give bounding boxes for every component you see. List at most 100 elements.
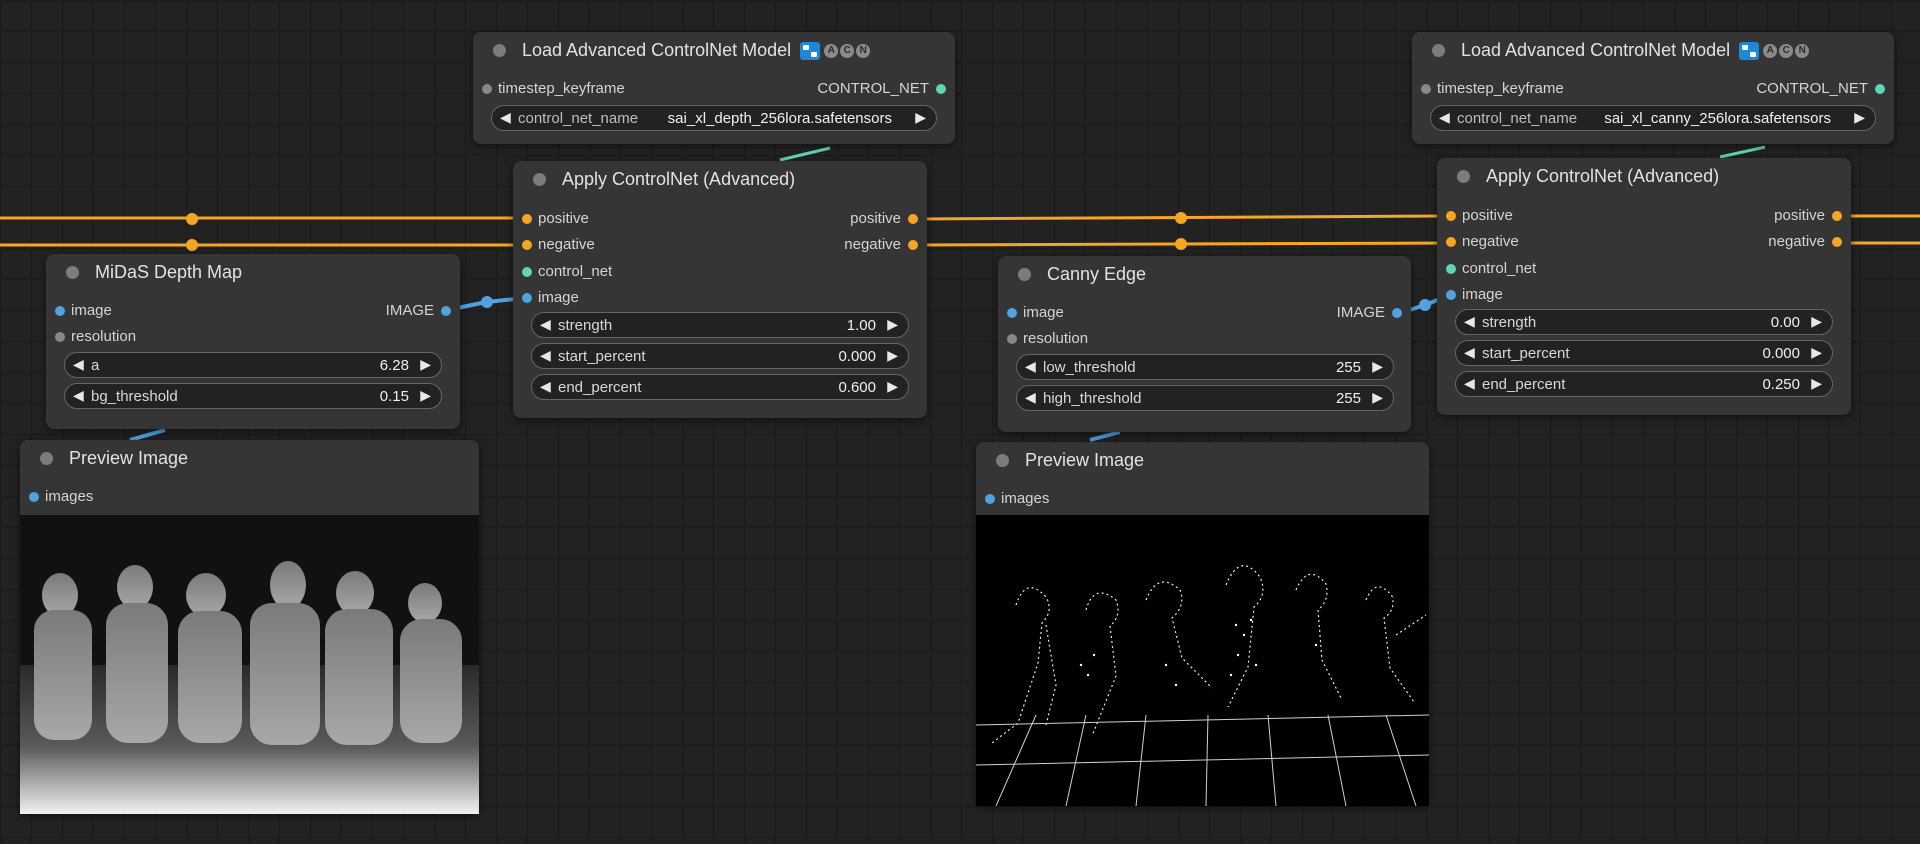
input-slot-dot[interactable] (1421, 84, 1431, 94)
input-control-net: control_net (1462, 260, 1537, 277)
canny-edge-node[interactable]: Canny Edge image resolution IMAGE ◀ low_… (998, 256, 1411, 432)
arrow-left-icon[interactable]: ◀ (73, 356, 84, 373)
node-title: Canny Edge (1047, 264, 1147, 284)
end-percent-slider[interactable]: ◀ end_percent 0.250 ▶ (1455, 371, 1833, 397)
widget-value: sai_xl_depth_256lora.safetensors (665, 110, 892, 127)
image-badge-icon (800, 41, 821, 60)
preview-image-node-1[interactable]: Preview Image images (20, 440, 479, 814)
arrow-right-icon[interactable]: ▶ (1811, 313, 1822, 330)
control-net-name-combo[interactable]: ◀ control_net_name sai_xl_depth_256lora.… (491, 105, 937, 131)
node-title: Apply ControlNet (Advanced) (1486, 166, 1720, 186)
depth-map-figures (20, 515, 479, 814)
input-slot-dot[interactable] (29, 492, 39, 502)
output-control-net: CONTROL_NET (1756, 80, 1868, 97)
arrow-right-icon[interactable]: ▶ (1372, 358, 1383, 375)
wire-reroute-dot (481, 296, 493, 308)
arrow-left-icon[interactable]: ◀ (540, 378, 551, 395)
wire-reroute-dot (1175, 212, 1187, 224)
node-collapse-dot[interactable] (66, 266, 79, 279)
input-slot-dot[interactable] (55, 332, 65, 342)
widget-value: 6.28 (379, 357, 409, 374)
arrow-left-icon[interactable]: ◀ (1025, 358, 1036, 375)
arrow-left-icon[interactable]: ◀ (73, 387, 84, 404)
node-collapse-dot[interactable] (1457, 170, 1470, 183)
output-slot-dot[interactable] (908, 240, 918, 250)
high-threshold-slider[interactable]: ◀ high_threshold 255 ▶ (1016, 385, 1394, 411)
input-slot-dot[interactable] (1446, 237, 1456, 247)
strength-slider[interactable]: ◀ strength 1.00 ▶ (531, 312, 909, 338)
input-slot-dot[interactable] (1007, 334, 1017, 344)
arrow-left-icon[interactable]: ◀ (1439, 109, 1450, 126)
arrow-right-icon[interactable]: ▶ (887, 347, 898, 364)
output-slot-dot[interactable] (908, 214, 918, 224)
widget-label: bg_threshold (91, 388, 178, 405)
node-collapse-dot[interactable] (533, 173, 546, 186)
arrow-right-icon[interactable]: ▶ (915, 109, 926, 126)
input-slot-dot[interactable] (482, 84, 492, 94)
arrow-right-icon[interactable]: ▶ (1811, 375, 1822, 392)
arrow-left-icon[interactable]: ◀ (540, 347, 551, 364)
output-slot-dot[interactable] (1832, 237, 1842, 247)
widget-value: 255 (1335, 359, 1361, 376)
input-slot-dot[interactable] (522, 214, 532, 224)
badge-letter-a: A (824, 43, 839, 58)
end-percent-slider[interactable]: ◀ end_percent 0.600 ▶ (531, 374, 909, 400)
preview-image-node-2[interactable]: Preview Image images (976, 442, 1429, 806)
node-collapse-dot[interactable] (1432, 44, 1445, 57)
input-image: image (71, 302, 112, 319)
apply-controlnet-node-1[interactable]: Apply ControlNet (Advanced) positive neg… (513, 161, 927, 418)
node-collapse-dot[interactable] (493, 44, 506, 57)
start-percent-slider[interactable]: ◀ start_percent 0.000 ▶ (531, 343, 909, 369)
widget-value: 0.000 (838, 348, 876, 365)
output-slot-dot[interactable] (441, 306, 451, 316)
widget-value: 0.600 (838, 379, 876, 396)
input-slot-dot[interactable] (1446, 290, 1456, 300)
arrow-right-icon[interactable]: ▶ (1811, 344, 1822, 361)
input-slot-dot[interactable] (1446, 264, 1456, 274)
arrow-right-icon[interactable]: ▶ (1372, 389, 1383, 406)
control-net-name-combo[interactable]: ◀ control_net_name sai_xl_canny_256lora.… (1430, 105, 1876, 131)
canny-edge-lines (976, 515, 1429, 806)
input-slot-dot[interactable] (522, 293, 532, 303)
arrow-left-icon[interactable]: ◀ (1464, 375, 1475, 392)
input-image: image (1023, 304, 1064, 321)
output-slot-dot[interactable] (1875, 84, 1885, 94)
load-controlnet-node-2[interactable]: Load Advanced ControlNet Model A C N tim… (1412, 32, 1894, 144)
apply-controlnet-node-2[interactable]: Apply ControlNet (Advanced) positive neg… (1437, 158, 1851, 415)
arrow-left-icon[interactable]: ◀ (540, 316, 551, 333)
node-title: Apply ControlNet (Advanced) (562, 169, 796, 189)
a-slider[interactable]: ◀ a 6.28 ▶ (64, 352, 442, 378)
node-collapse-dot[interactable] (996, 454, 1009, 467)
output-image: IMAGE (385, 302, 434, 319)
low-threshold-slider[interactable]: ◀ low_threshold 255 ▶ (1016, 354, 1394, 380)
input-slot-dot[interactable] (522, 240, 532, 250)
output-slot-dot[interactable] (936, 84, 946, 94)
arrow-left-icon[interactable]: ◀ (1464, 344, 1475, 361)
arrow-right-icon[interactable]: ▶ (420, 387, 431, 404)
output-image: IMAGE (1336, 304, 1385, 321)
arrow-left-icon[interactable]: ◀ (1464, 313, 1475, 330)
strength-slider[interactable]: ◀ strength 0.00 ▶ (1455, 309, 1833, 335)
node-collapse-dot[interactable] (40, 452, 53, 465)
node-title: Load Advanced ControlNet Model (1461, 40, 1731, 60)
output-slot-dot[interactable] (1392, 308, 1402, 318)
node-collapse-dot[interactable] (1018, 268, 1031, 281)
widget-label: end_percent (1482, 376, 1566, 393)
arrow-right-icon[interactable]: ▶ (887, 316, 898, 333)
input-slot-dot[interactable] (522, 267, 532, 277)
output-slot-dot[interactable] (1832, 211, 1842, 221)
arrow-right-icon[interactable]: ▶ (887, 378, 898, 395)
load-controlnet-node-1[interactable]: Load Advanced ControlNet Model A C N tim… (473, 32, 955, 144)
arrow-left-icon[interactable]: ◀ (500, 109, 511, 126)
start-percent-slider[interactable]: ◀ start_percent 0.000 ▶ (1455, 340, 1833, 366)
midas-depth-map-node[interactable]: MiDaS Depth Map image resolution IMAGE ◀… (46, 254, 460, 429)
arrow-right-icon[interactable]: ▶ (420, 356, 431, 373)
arrow-left-icon[interactable]: ◀ (1025, 389, 1036, 406)
input-resolution: resolution (71, 328, 137, 345)
bg-threshold-slider[interactable]: ◀ bg_threshold 0.15 ▶ (64, 383, 442, 409)
input-slot-dot[interactable] (1446, 211, 1456, 221)
input-slot-dot[interactable] (55, 306, 65, 316)
arrow-right-icon[interactable]: ▶ (1854, 109, 1865, 126)
input-slot-dot[interactable] (985, 494, 995, 504)
input-slot-dot[interactable] (1007, 308, 1017, 318)
